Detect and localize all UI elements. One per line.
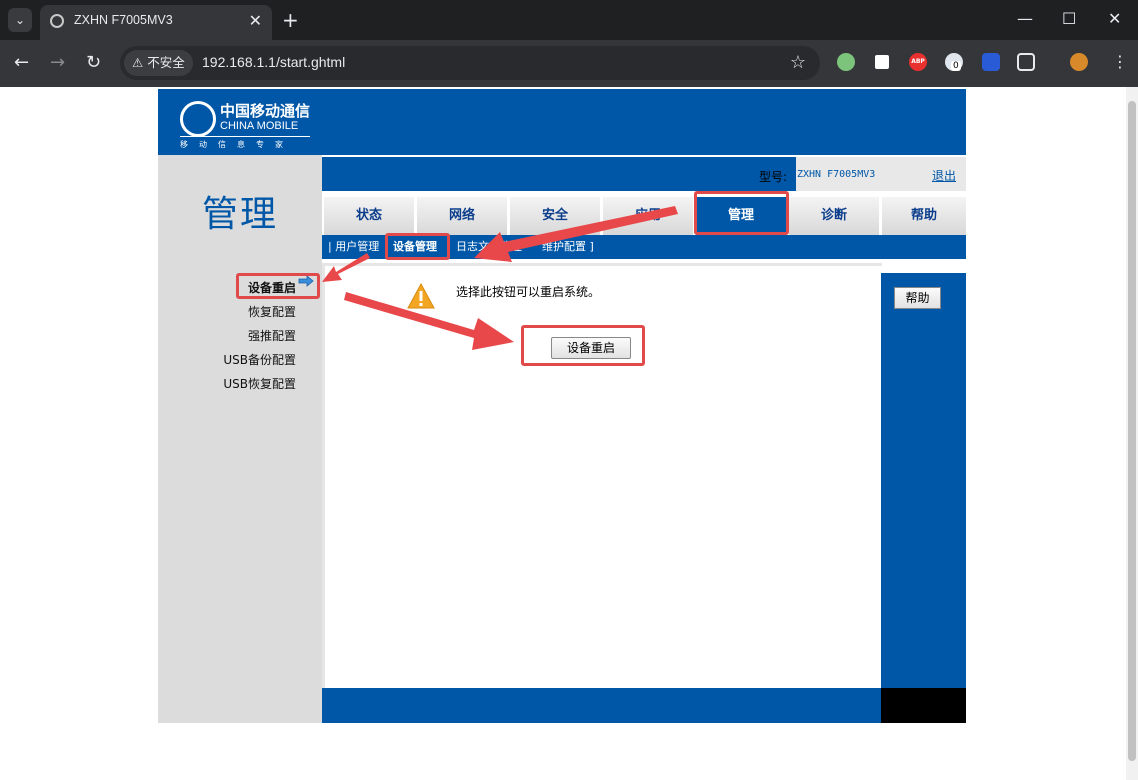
highlight-subnav-device: [385, 233, 450, 260]
router-page: 中国移动通信 CHINA MOBILE 移动信息专家 管理 型号: ZXHN F…: [158, 89, 966, 723]
extension-green-icon[interactable]: [837, 53, 855, 71]
extensions-puzzle-icon[interactable]: [1017, 53, 1035, 71]
scrollbar-thumb[interactable]: [1128, 101, 1136, 761]
logo-emblem-icon: [180, 101, 216, 137]
footer-left: [158, 688, 322, 723]
security-label: 不安全: [147, 55, 185, 70]
model-label: 型号:: [759, 170, 788, 184]
logo-en-text: CHINA MOBILE: [220, 120, 299, 132]
subnav-log-management[interactable]: 日志文件管理: [456, 235, 522, 259]
highlight-sidebar-reboot: [236, 273, 320, 299]
new-tab-icon[interactable]: +: [282, 8, 299, 32]
section-title: 管理: [201, 194, 278, 235]
logo-slogan: 移动信息专家: [180, 140, 294, 149]
model-value: ZXHN F7005MV3: [797, 169, 876, 180]
minimize-icon[interactable]: —: [1017, 9, 1033, 28]
sidebar-item-push-config[interactable]: 强推配置: [248, 327, 296, 344]
nav-network[interactable]: 网络: [417, 197, 507, 235]
subnav-user-management[interactable]: | 用户管理: [328, 235, 379, 259]
browser-toolbar: ← → ↻ ⚠ 不安全 192.168.1.1/start.ghtml ☆: [0, 40, 1138, 87]
page-header: 中国移动通信 CHINA MOBILE 移动信息专家: [158, 89, 966, 155]
nav-diagnosis[interactable]: 诊断: [789, 197, 879, 235]
forward-icon[interactable]: →: [50, 52, 65, 73]
nav-help[interactable]: 帮助: [882, 197, 966, 235]
bookmark-star-icon[interactable]: ☆: [790, 52, 806, 73]
logout-link[interactable]: 退出: [932, 167, 956, 184]
address-bar[interactable]: ⚠ 不安全 192.168.1.1/start.ghtml ☆: [120, 46, 820, 80]
footer-right: [881, 688, 966, 723]
help-button[interactable]: 帮助: [894, 287, 941, 309]
browser-tab-bar: ⌄ ZXHN F7005MV3 ✕ + — ☐ ✕: [0, 0, 1138, 40]
tab-title: ZXHN F7005MV3: [74, 13, 173, 27]
nav-security[interactable]: 安全: [510, 197, 600, 235]
extension-owl-icon[interactable]: [873, 53, 891, 71]
logo-divider: [180, 136, 310, 137]
security-chip[interactable]: ⚠ 不安全: [124, 50, 193, 76]
nav-status[interactable]: 状态: [324, 197, 414, 235]
back-icon[interactable]: ←: [14, 52, 29, 73]
warning-icon: [407, 282, 435, 309]
window-close-icon[interactable]: ✕: [1108, 9, 1121, 28]
highlight-reboot-button: [521, 325, 645, 366]
browser-menu-icon[interactable]: ⋮: [1112, 52, 1128, 71]
footer-middle: [322, 688, 881, 723]
subnav-maintenance[interactable]: 维护配置 ]: [542, 235, 594, 259]
sidebar-item-usb-restore[interactable]: USB恢复配置: [223, 375, 296, 392]
adblock-icon[interactable]: ABP: [909, 53, 927, 71]
help-column: [881, 273, 966, 688]
reload-icon[interactable]: ↻: [86, 52, 101, 73]
highlight-nav-management: [694, 191, 789, 235]
extension-badge: 0: [951, 61, 961, 71]
sidebar: 设备重启 恢复配置 强推配置 USB备份配置 USB恢复配置: [158, 257, 322, 688]
page-scrollbar[interactable]: [1126, 87, 1138, 780]
logo-cn-text: 中国移动通信: [220, 102, 311, 120]
extension-cloud-icon[interactable]: 0: [945, 53, 963, 71]
reboot-message: 选择此按钮可以重启系统。: [456, 285, 601, 299]
main-nav: 状态 网络 安全 应用 管理 诊断 帮助: [322, 193, 966, 235]
maximize-icon[interactable]: ☐: [1062, 9, 1076, 28]
profile-avatar[interactable]: [1070, 53, 1088, 71]
close-tab-icon[interactable]: ✕: [249, 11, 262, 30]
section-title-area: 管理: [158, 155, 322, 257]
browser-tab[interactable]: ZXHN F7005MV3 ✕: [40, 5, 272, 40]
nav-application[interactable]: 应用: [603, 197, 693, 235]
sidebar-item-restore-config[interactable]: 恢复配置: [248, 303, 296, 320]
extension-shield-icon[interactable]: [982, 53, 1000, 71]
url-text[interactable]: 192.168.1.1/start.ghtml: [202, 54, 345, 70]
sidebar-item-usb-backup[interactable]: USB备份配置: [223, 351, 296, 368]
tab-search-icon[interactable]: ⌄: [8, 8, 32, 32]
globe-icon: [50, 14, 64, 28]
